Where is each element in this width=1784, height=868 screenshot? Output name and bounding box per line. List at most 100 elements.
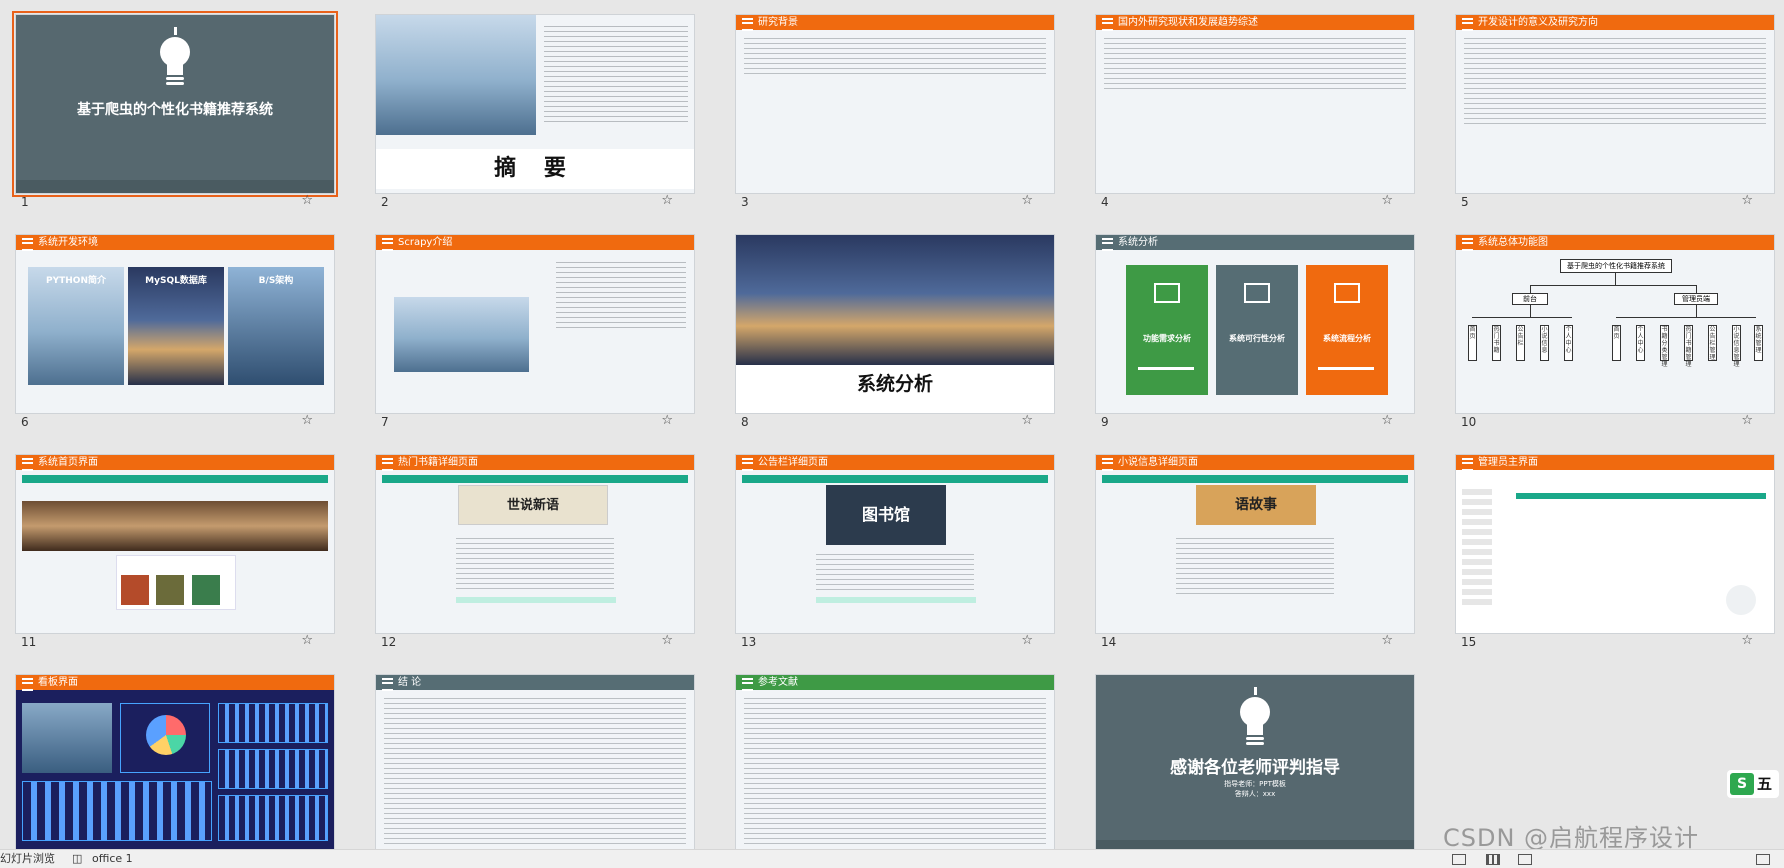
slide-thumb-19[interactable]: 感谢各位老师评判指导 指导老师：PPT模板 答辩人：xxx 19 ☆	[1095, 674, 1415, 868]
slide-title: 基于爬虫的个性化书籍推荐系统	[77, 102, 273, 118]
slide-number: 11	[21, 635, 37, 649]
star-icon[interactable]: ☆	[1741, 194, 1753, 208]
slide-thumb-8[interactable]: 系统分析 8 ☆	[735, 234, 1055, 429]
star-icon[interactable]: ☆	[1021, 634, 1033, 648]
tree-leaf: 热门书籍	[1492, 325, 1501, 361]
slide-thumb-4[interactable]: 国内外研究现状和发展趋势综述 4 ☆	[1095, 14, 1415, 209]
panel-label: B/S架构	[258, 276, 294, 286]
tree-leaf: 个人中心	[1564, 325, 1573, 361]
slide-number: 6	[21, 415, 29, 429]
slide-sorter-icon[interactable]	[1486, 854, 1500, 865]
slide-title: Scrapy介绍	[376, 235, 694, 251]
slide-number: 15	[1461, 635, 1477, 649]
slide-number: 8	[741, 415, 749, 429]
slide-thumb-7[interactable]: Scrapy介绍 7 ☆	[375, 234, 695, 429]
chart-icon	[1244, 283, 1270, 303]
slide-title: 系统分析	[1096, 235, 1414, 251]
star-icon[interactable]: ☆	[1381, 414, 1393, 428]
slide-title: 系统开发环境	[16, 235, 334, 251]
reading-view-icon[interactable]	[1518, 854, 1532, 865]
tree-root: 基于爬虫的个性化书籍推荐系统	[1560, 259, 1672, 273]
slide-number: 4	[1101, 195, 1109, 209]
tree-leaf: 系统管理	[1754, 325, 1763, 361]
normal-view-icon[interactable]	[1452, 854, 1466, 865]
star-icon[interactable]: ☆	[1381, 634, 1393, 648]
star-icon[interactable]: ☆	[1741, 634, 1753, 648]
tree-leaf: 个人中心	[1636, 325, 1645, 361]
tree-node: 前台	[1512, 293, 1548, 305]
star-icon[interactable]: ☆	[1741, 414, 1753, 428]
star-icon[interactable]: ☆	[661, 634, 673, 648]
slide-number: 10	[1461, 415, 1477, 429]
slide-subtitle: 指导老师：PPT模板	[1224, 780, 1286, 788]
sogou-icon: S	[1730, 773, 1754, 795]
card-label: 系统可行性分析	[1229, 334, 1285, 343]
slide-title: 系统分析	[856, 373, 933, 395]
slide-thumb-10[interactable]: 系统总体功能图 基于爬虫的个性化书籍推荐系统 前台 管理员端 首页 热门书籍 公…	[1455, 234, 1775, 429]
ime-mode: 五	[1757, 775, 1773, 793]
slide-thumb-18[interactable]: 参考文献 18 ☆	[735, 674, 1055, 868]
ime-badge[interactable]: S 五	[1727, 770, 1779, 798]
slide-thumb-2[interactable]: 摘 要 2 ☆	[375, 14, 695, 209]
slide-thumb-13[interactable]: 公告栏详细页面 图书馆 13 ☆	[735, 454, 1055, 649]
city-night-image	[736, 235, 1054, 365]
tree-leaf: 首页	[1612, 325, 1621, 361]
slide-thumb-6[interactable]: 系统开发环境 PYTHON简介 MySQL数据库 B/S架构 6 ☆	[15, 234, 335, 429]
slide-title: 摘 要	[376, 149, 694, 189]
star-icon[interactable]: ☆	[661, 194, 673, 208]
view-mode-label: 幻灯片浏览	[0, 852, 55, 865]
slide-thumb-16[interactable]: 看板界面 16 ☆	[15, 674, 335, 868]
lightbulb-icon	[1225, 687, 1285, 757]
star-icon[interactable]: ☆	[1381, 194, 1393, 208]
lightbulb-icon	[145, 27, 205, 97]
slide-title: 研究背景	[736, 15, 1054, 31]
slide-title: 公告栏详细页面	[736, 455, 1054, 471]
panel-label: PYTHON简介	[46, 276, 106, 286]
star-icon[interactable]: ☆	[301, 414, 313, 428]
star-icon[interactable]: ☆	[301, 634, 313, 648]
slide-thumb-17[interactable]: 结 论 17 ☆	[375, 674, 695, 868]
tree-leaf: 公告栏	[1516, 325, 1525, 361]
slide-title: 管理员主界面	[1456, 455, 1774, 471]
star-icon[interactable]: ☆	[301, 194, 313, 208]
slideshow-icon[interactable]	[1756, 854, 1770, 865]
tree-leaf: 书籍分类管理	[1660, 325, 1669, 368]
slide-number: 5	[1461, 195, 1469, 209]
tree-node: 管理员端	[1674, 293, 1718, 305]
slide-thumb-3[interactable]: 研究背景 3 ☆	[735, 14, 1055, 209]
slide-thumb-1[interactable]: 基于爬虫的个性化书籍推荐系统 1 ☆	[12, 11, 338, 209]
card-label: 系统流程分析	[1323, 334, 1371, 343]
slide-thumb-14[interactable]: 小说信息详细页面 语故事 14 ☆	[1095, 454, 1415, 649]
watermark: CSDN @启航程序设计	[1443, 824, 1700, 852]
book-cover: 世说新语	[458, 485, 608, 525]
monitor-icon	[1154, 283, 1180, 303]
slide-thumb-15[interactable]: 管理员主界面 15 ☆	[1455, 454, 1775, 649]
slide-number: 9	[1101, 415, 1109, 429]
slide-title: 国内外研究现状和发展趋势综述	[1096, 15, 1414, 31]
slide-thumb-11[interactable]: 系统首页界面 11 ☆	[15, 454, 335, 649]
slide-title: 开发设计的意义及研究方向	[1456, 15, 1774, 31]
slide-number: 14	[1101, 635, 1117, 649]
panel-label: MySQL数据库	[145, 276, 207, 286]
star-icon[interactable]: ☆	[1021, 414, 1033, 428]
star-icon[interactable]: ☆	[661, 414, 673, 428]
slide-number: 7	[381, 415, 389, 429]
slide-thumb-5[interactable]: 开发设计的意义及研究方向 5 ☆	[1455, 14, 1775, 209]
slide-title: 参考文献	[736, 675, 1054, 691]
card-label: 功能需求分析	[1143, 334, 1191, 343]
theme-icon: ◫	[72, 852, 83, 865]
slide-title: 感谢各位老师评判指导	[1170, 758, 1340, 778]
tree-leaf: 公告栏管理	[1708, 325, 1717, 361]
slide-title: 系统总体功能图	[1456, 235, 1774, 251]
slide-thumb-9[interactable]: 系统分析 功能需求分析 系统可行性分析 系统流程分析 9 ☆	[1095, 234, 1415, 429]
tree-leaf: 小说信息	[1540, 325, 1549, 361]
slide-thumb-12[interactable]: 热门书籍详细页面 世说新语 12 ☆	[375, 454, 695, 649]
star-icon[interactable]: ☆	[1021, 194, 1033, 208]
slide-number: 2	[381, 195, 389, 209]
slide-title: 系统首页界面	[16, 455, 334, 471]
slide-number: 13	[741, 635, 757, 649]
tree-leaf: 首页	[1468, 325, 1477, 361]
theme-label[interactable]: office 1	[92, 850, 133, 868]
book-cover: 语故事	[1196, 485, 1316, 525]
status-bar: 幻灯片浏览 ◫ office 1	[0, 849, 1784, 868]
